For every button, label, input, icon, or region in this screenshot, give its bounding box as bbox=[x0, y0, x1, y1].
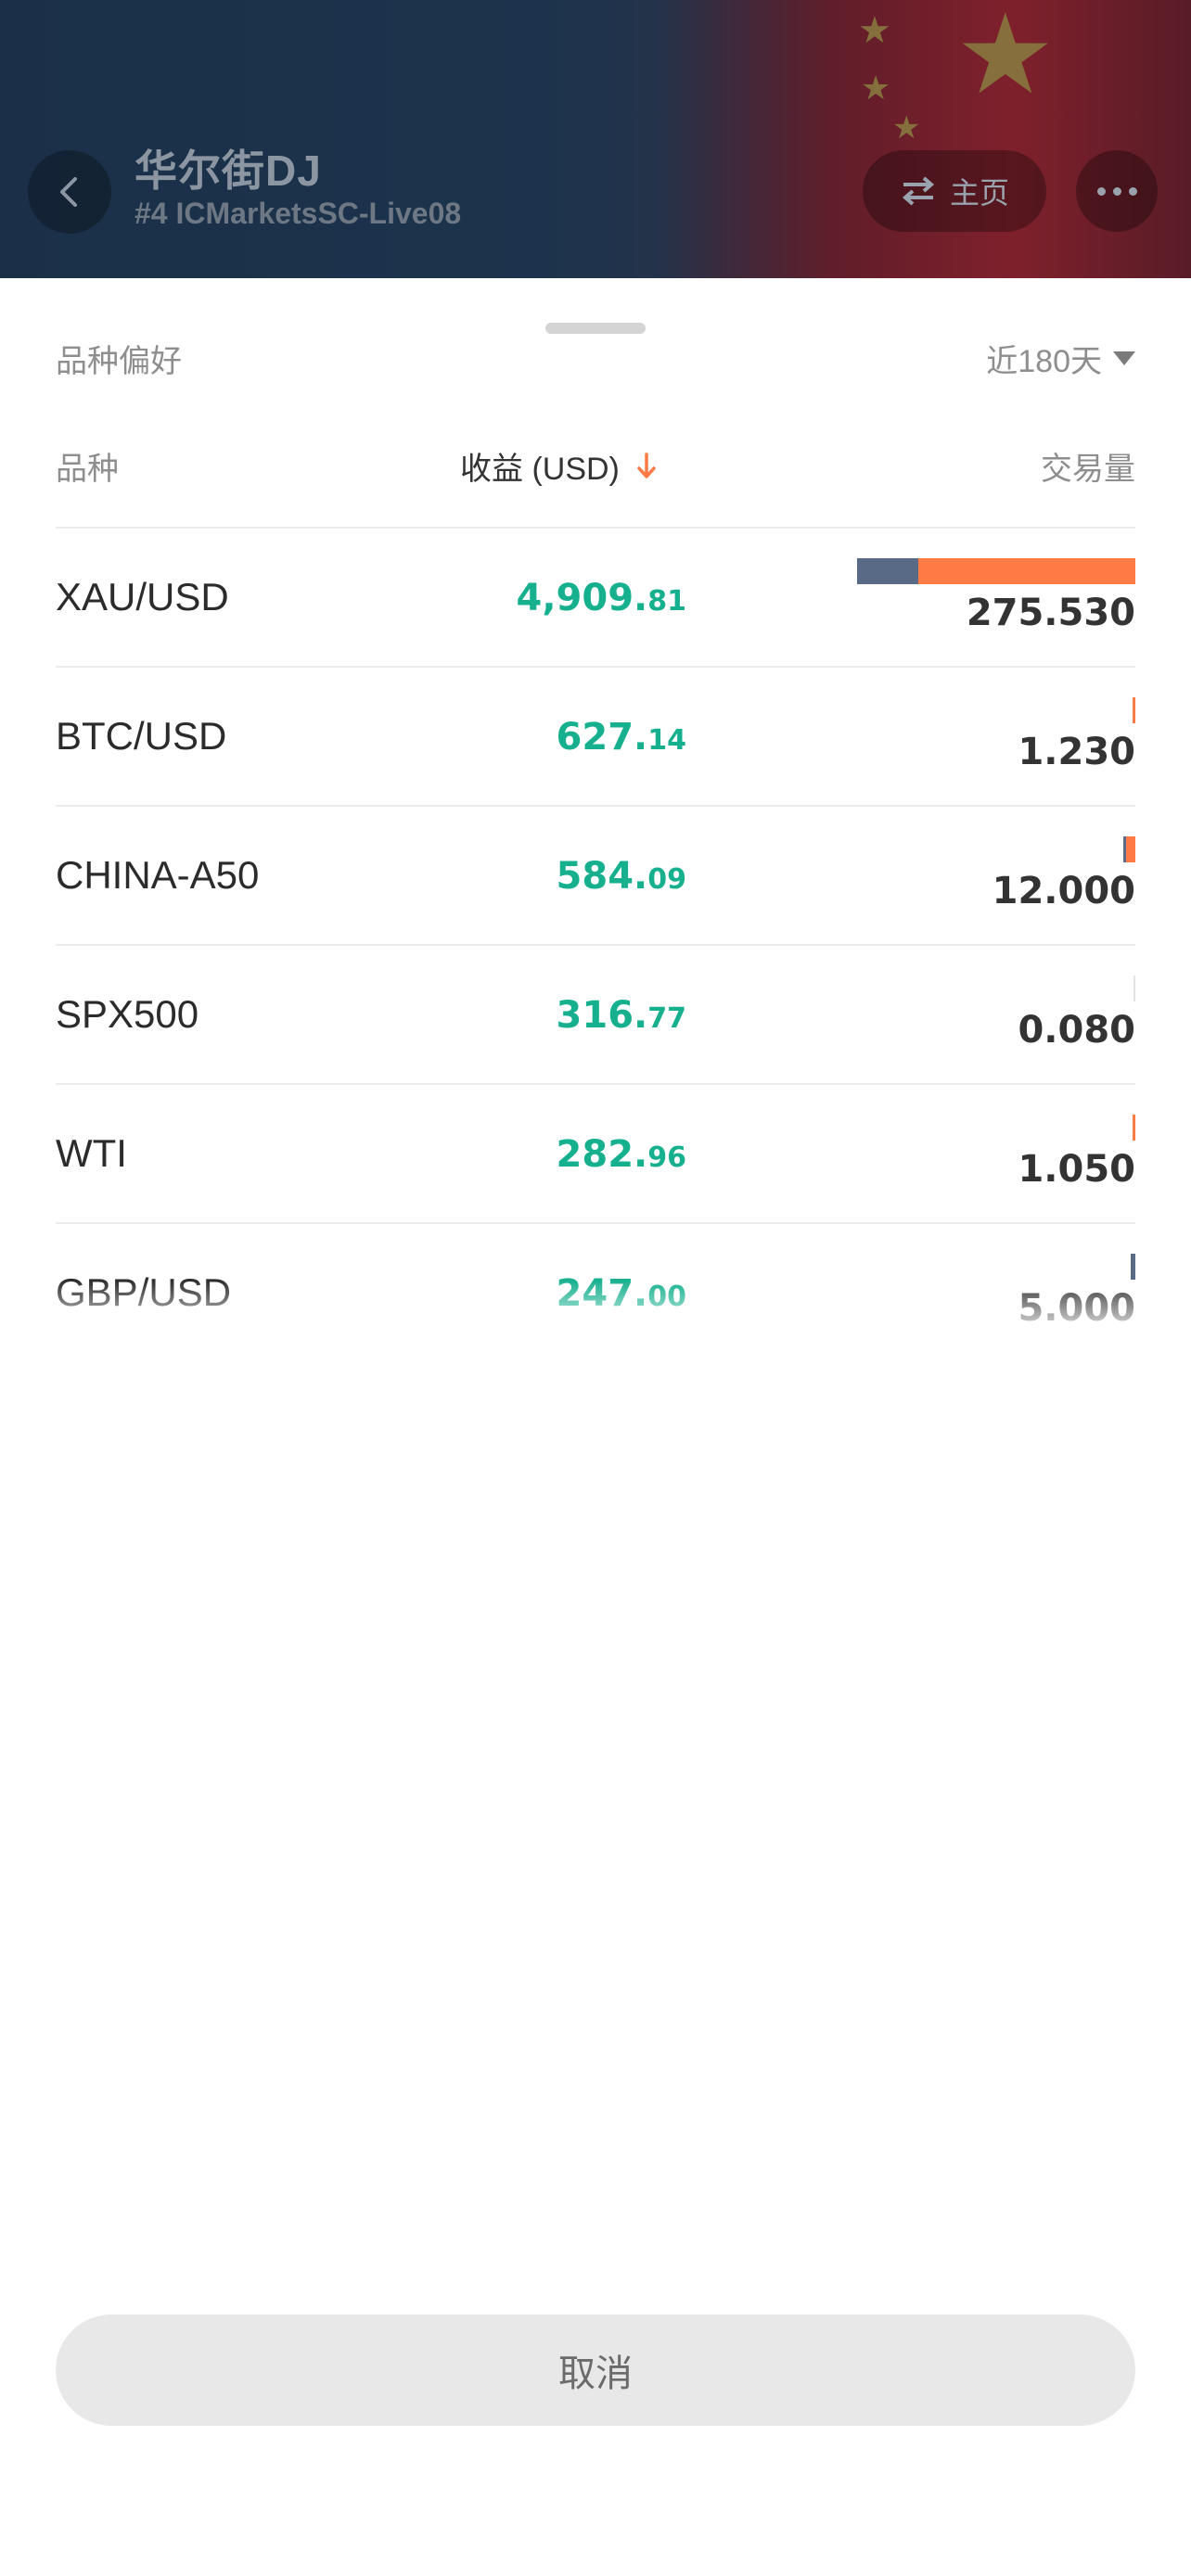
column-header-profit-label: 收益 (USD) bbox=[460, 452, 620, 487]
more-dot bbox=[1112, 186, 1121, 196]
profit-value: 4,909.81 bbox=[517, 577, 686, 619]
profit-integer: 4,909. bbox=[516, 577, 648, 619]
swap-arrows-icon bbox=[902, 176, 935, 206]
profit-decimal: 09 bbox=[647, 863, 686, 896]
symbol-row[interactable]: XAU/USD 4,909.81 275.530 bbox=[56, 527, 1135, 666]
chevron-left-icon bbox=[60, 177, 77, 207]
profit-value: 627.14 bbox=[557, 716, 686, 759]
symbol-name: BTC/USD bbox=[56, 714, 227, 758]
symbol-name: SPX500 bbox=[56, 992, 199, 1036]
volume-bar-buy bbox=[857, 558, 918, 584]
column-header-symbol[interactable]: 品种 bbox=[56, 443, 119, 489]
symbol-list[interactable]: XAU/USD 4,909.81 275.530 BTC/USD 627.14 1.230… bbox=[56, 527, 1135, 1335]
volume-bar bbox=[1133, 697, 1135, 723]
trader-name: 华尔街DJ bbox=[134, 147, 322, 195]
profit-decimal: 77 bbox=[647, 1002, 686, 1035]
more-dot bbox=[1128, 186, 1137, 196]
back-button[interactable] bbox=[28, 150, 111, 234]
symbol-name: WTI bbox=[56, 1131, 127, 1175]
trader-account: #4 ICMarketsSC-Live08 bbox=[134, 197, 462, 230]
arrow-down-icon bbox=[637, 452, 656, 478]
symbol-row[interactable]: WTI 282.96 1.050 bbox=[56, 1083, 1135, 1222]
column-header-volume[interactable]: 交易量 bbox=[1041, 443, 1135, 489]
background-profile-header: ★ ★ ★ ★ 华尔街DJ #4 ICMarketsSC-Live08 主页 bbox=[0, 0, 1191, 278]
volume-value: 1.230 bbox=[1018, 731, 1135, 773]
volume-value: 12.000 bbox=[992, 870, 1135, 912]
list-fade bbox=[0, 1280, 1191, 1354]
cancel-button[interactable]: 取消 bbox=[56, 2315, 1135, 2426]
sheet-title: 品种偏好 bbox=[56, 344, 182, 379]
volume-bar-sell bbox=[1134, 976, 1135, 1001]
volume-bar bbox=[857, 558, 1135, 584]
volume-bar-sell bbox=[1126, 836, 1135, 862]
profit-value: 316.77 bbox=[557, 994, 686, 1037]
column-header-profit[interactable]: 收益 (USD) bbox=[460, 443, 659, 489]
volume-bar-sell bbox=[918, 558, 1135, 584]
profit-value: 584.09 bbox=[557, 855, 686, 898]
profit-integer: 316. bbox=[556, 994, 648, 1037]
symbol-row[interactable]: CHINA-A50 584.09 12.000 bbox=[56, 805, 1135, 944]
home-label: 主页 bbox=[949, 176, 1009, 210]
period-label: 近180天 bbox=[986, 344, 1102, 379]
symbol-row[interactable]: BTC/USD 627.14 1.230 bbox=[56, 666, 1135, 805]
volume-bar-sell bbox=[1133, 1115, 1135, 1141]
profit-value: 282.96 bbox=[557, 1133, 686, 1176]
volume-bar bbox=[1133, 976, 1135, 1001]
triangle-down-icon bbox=[1113, 351, 1135, 365]
home-button[interactable]: 主页 bbox=[863, 150, 1046, 232]
volume-bar bbox=[1131, 1254, 1135, 1280]
symbol-row[interactable]: SPX500 316.77 0.080 bbox=[56, 944, 1135, 1083]
volume-bar-buy bbox=[1131, 1254, 1135, 1280]
more-button[interactable] bbox=[1076, 150, 1158, 232]
profit-decimal: 81 bbox=[647, 585, 686, 618]
volume-bar bbox=[1123, 836, 1135, 862]
sheet-drag-handle[interactable] bbox=[545, 323, 646, 334]
profit-decimal: 96 bbox=[647, 1141, 686, 1174]
volume-value: 0.080 bbox=[1018, 1009, 1135, 1052]
symbol-name: CHINA-A50 bbox=[56, 853, 260, 897]
profit-integer: 282. bbox=[556, 1133, 648, 1176]
profit-decimal: 14 bbox=[647, 724, 686, 757]
profit-integer: 627. bbox=[556, 716, 648, 759]
volume-value: 1.050 bbox=[1018, 1148, 1135, 1191]
volume-value: 275.530 bbox=[966, 592, 1135, 634]
volume-bar-sell bbox=[1133, 697, 1135, 723]
period-selector[interactable]: 近180天 bbox=[986, 336, 1135, 381]
symbol-preference-sheet: 品种偏好 近180天 品种 收益 (USD) 交易量 XAU/USD 4,909.… bbox=[0, 278, 1191, 2576]
volume-bar bbox=[1133, 1115, 1135, 1141]
profit-integer: 584. bbox=[556, 855, 648, 898]
more-dots-icon bbox=[1096, 186, 1106, 196]
symbol-name: XAU/USD bbox=[56, 575, 229, 618]
